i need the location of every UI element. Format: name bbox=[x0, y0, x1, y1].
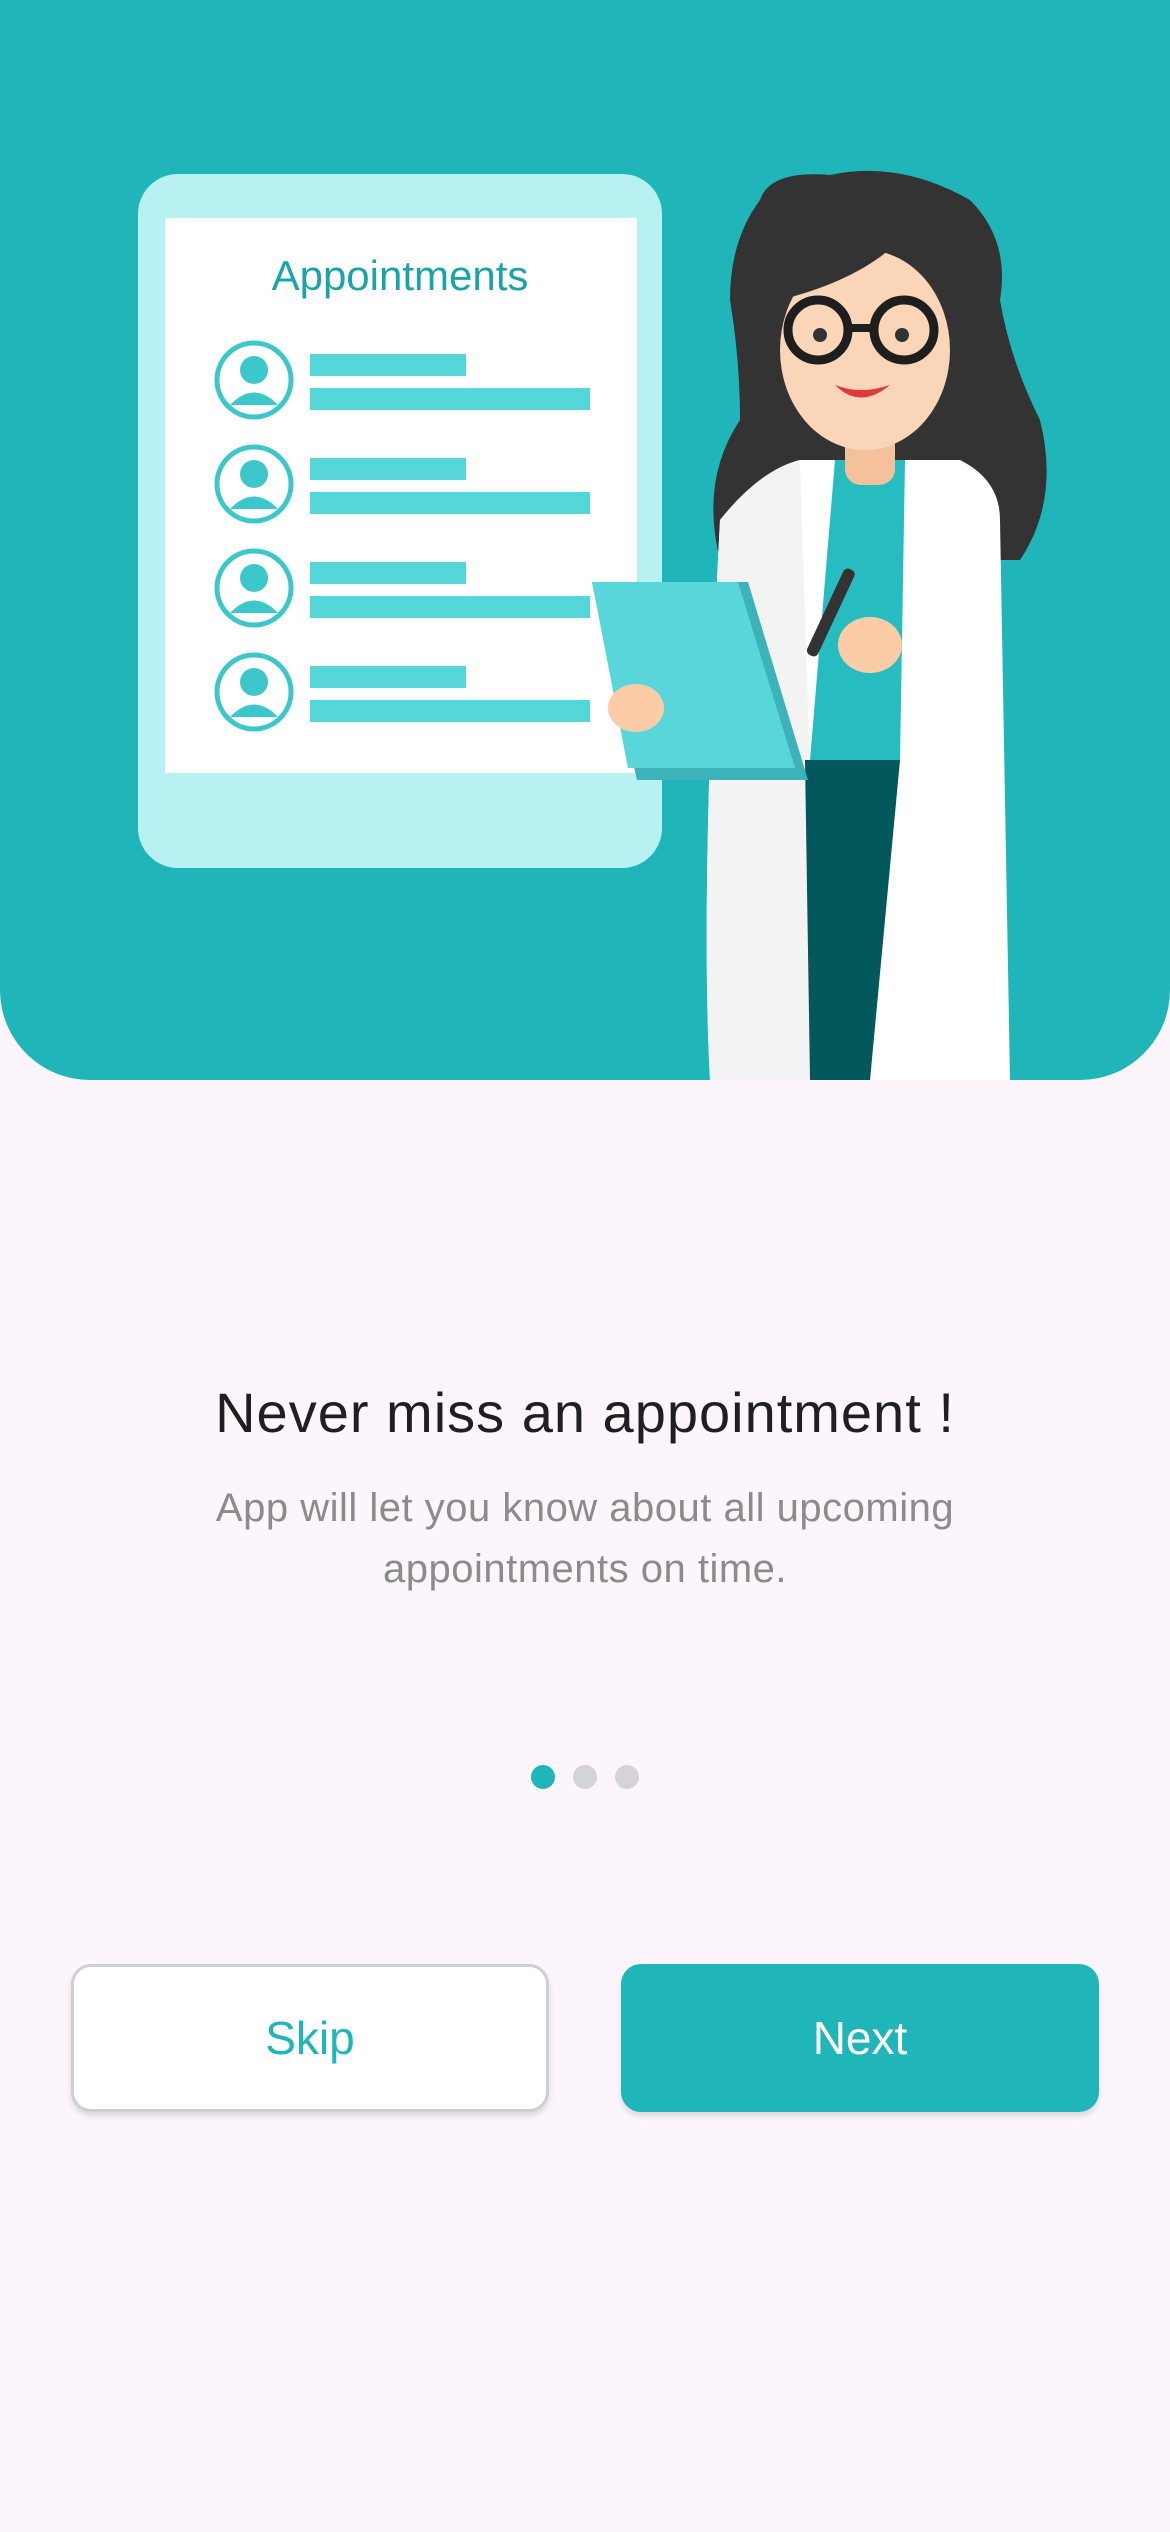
page-indicator bbox=[0, 1765, 1170, 1789]
page-indicator-dot-active bbox=[531, 1765, 555, 1789]
hero-illustration-panel: Appointments bbox=[0, 0, 1170, 1080]
page-indicator-dot bbox=[615, 1765, 639, 1789]
page-indicator-dot bbox=[573, 1765, 597, 1789]
board-title: Appointments bbox=[272, 252, 529, 299]
skip-button[interactable]: Skip bbox=[71, 1964, 549, 2112]
onboarding-subtitle: App will let you know about all upcoming… bbox=[215, 1486, 955, 1591]
onboarding-title: Never miss an appointment ! bbox=[215, 1381, 955, 1444]
doctor-appointments-illustration: Appointments bbox=[138, 170, 1047, 1080]
next-button[interactable]: Next bbox=[621, 1964, 1099, 2112]
